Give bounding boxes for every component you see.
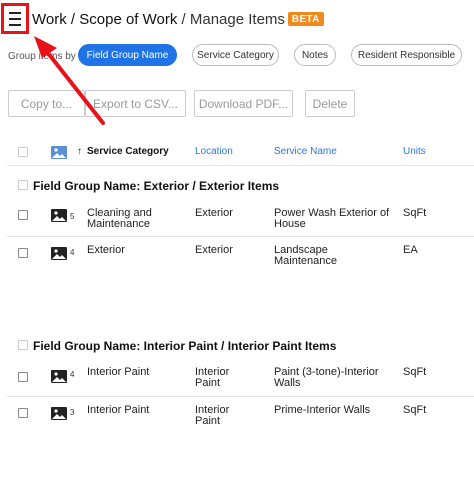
group-checkbox[interactable] [18,180,28,190]
image-count: 4 [70,248,75,257]
image-count: 3 [70,408,75,417]
chip-service-category[interactable]: Service Category [192,44,279,66]
breadcrumb-separator: / [177,11,190,28]
copy-to-button[interactable]: Copy to... [8,90,85,117]
image-icon[interactable] [51,247,67,260]
group-title: Field Group Name: Exterior / Exterior It… [33,179,280,193]
group-checkbox[interactable] [18,340,28,350]
cell-service-name: Landscape Maintenance [274,244,337,267]
divider [7,396,474,397]
group-title: Field Group Name: Interior Paint / Inter… [33,339,337,353]
column-header-units[interactable]: Units [403,146,426,157]
cell-service-category: Interior Paint [87,404,150,416]
image-icon[interactable] [51,407,67,420]
row-checkbox[interactable] [18,372,28,382]
breadcrumb-current: Manage Items [189,11,285,28]
column-header-service-name[interactable]: Service Name [274,146,337,157]
cell-units: SqFt [403,366,427,378]
cell-service-name: Prime-Interior Walls [274,404,371,416]
image-count: 4 [70,370,75,379]
breadcrumb-separator: / [66,11,80,28]
image-count: 5 [70,212,75,221]
cell-location: Interior Paint [195,404,230,427]
column-header-service-category[interactable]: Service Category [87,146,169,157]
delete-button[interactable]: Delete [305,90,355,117]
group-by-label: Group items by [8,51,76,62]
page-title: Work / Scope of Work / Manage Items BETA [32,11,324,28]
row-checkbox[interactable] [18,210,28,220]
image-icon[interactable] [51,370,67,383]
row-checkbox[interactable] [18,248,28,258]
breadcrumb-work[interactable]: Work [32,11,67,28]
cell-location: Exterior [195,244,233,256]
cell-service-name: Power Wash Exterior of House [274,207,390,230]
divider [7,165,474,166]
sort-ascending-icon[interactable]: ↑ [77,146,82,157]
cell-units: SqFt [403,404,427,416]
cell-service-category: Interior Paint [87,366,150,378]
download-pdf-button[interactable]: Download PDF... [194,90,293,117]
chip-notes[interactable]: Notes [294,44,336,66]
cell-units: SqFt [403,207,427,219]
select-all-checkbox[interactable] [18,147,28,157]
column-header-location[interactable]: Location [195,146,233,157]
cell-service-name: Paint (3-tone)-Interior Walls [274,366,379,389]
image-icon[interactable] [51,209,67,222]
chip-field-group-name[interactable]: Field Group Name [78,44,177,66]
export-csv-button[interactable]: Export to CSV... [85,90,186,117]
beta-badge: BETA [287,12,324,26]
cell-location: Interior Paint [195,366,230,389]
divider [7,236,474,237]
cell-service-category: Exterior [87,244,125,256]
cell-location: Exterior [195,207,233,219]
menu-icon[interactable] [1,3,29,34]
chip-resident-responsible[interactable]: Resident Responsible [351,44,462,66]
row-checkbox[interactable] [18,408,28,418]
image-icon [51,146,67,159]
cell-units: EA [403,244,418,256]
cell-service-category: Cleaning and Maintenance [87,207,152,230]
breadcrumb-scope-of-work[interactable]: Scope of Work [79,11,177,28]
